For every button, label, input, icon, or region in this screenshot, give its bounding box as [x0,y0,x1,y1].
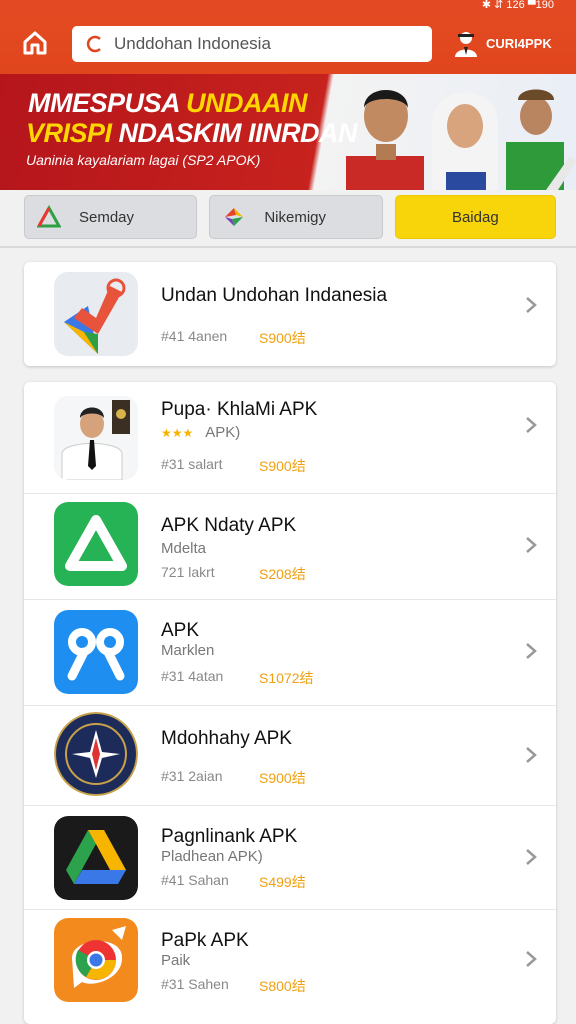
banner-line-1: MMESPUSA UNDAAIN [28,88,308,118]
chevron-right-icon[interactable] [524,746,538,764]
chevron-right-icon[interactable] [524,848,538,866]
tab-baidag[interactable]: Baidag [394,195,556,239]
search-logo-icon [86,35,101,53]
user-label: CURI4PPK [486,35,552,51]
user-avatar-icon [455,32,477,57]
app-meta: #31 salart [161,456,223,472]
app-meta: 721 lakrt [161,564,215,580]
app-subtitle: ★★★ APK) [161,424,241,441]
app-subtitle: Paik [161,952,191,969]
list-item[interactable]: APK Marklen #31 4atan S1072结 [24,600,556,706]
app-price: S800结 [259,978,306,994]
app-subtitle: Marklen [161,642,215,659]
emblem-app-icon [54,712,138,796]
app-subtitle: Mdelta [161,540,207,557]
app-header: Unddohan Indonesia CURI4PPK [0,14,576,74]
list-item[interactable]: APK Ndaty APK Mdelta 721 lakrt S208结 [24,494,556,600]
app-price: S1072结 [259,670,314,686]
featured-app-card[interactable]: Undan Undohan Indanesia #41 4anen S900结 [24,262,556,366]
app-meta: #31 2aian [161,768,223,784]
triangle-logo-icon [37,205,61,228]
divider [0,246,576,248]
chevron-right-icon[interactable] [524,296,538,314]
app-meta: #41 Sahan [161,872,229,888]
app-price: S900结 [259,330,306,346]
app-name: Mdohhahy APK [161,728,292,749]
app-name: PaPk APK [161,930,249,951]
app-price: S900结 [259,458,306,474]
app-price: S900结 [259,770,306,786]
user-account[interactable]: CURI4PPK [452,28,552,58]
status-bar: ✱ ⇵ 126 ▀190 [0,0,576,14]
app-price: S208结 [259,566,306,582]
map-pin-app-icon [54,272,138,356]
banner-people-image [346,89,576,190]
list-item[interactable]: Mdohhahy APK #31 2aian S900结 [24,706,556,806]
app-meta: #31 Sahen [161,976,229,992]
app-list: Pupa· KhlaMi APK ★★★ APK) #31 salart S900… [24,382,556,1024]
home-icon[interactable] [22,30,48,56]
category-tabs: Semday Nikemigy Baidag [24,195,556,239]
app-name: APK Ndaty APK [161,515,297,536]
green-triangle-app-icon [54,502,138,586]
list-item[interactable]: Pupa· KhlaMi APK ★★★ APK) #31 salart S900… [24,382,556,494]
list-item[interactable]: PaPk APK Paik #31 Sahen S800结 [24,910,556,1024]
colorful-logo-icon [225,208,244,226]
app-name: Pagnlinank APK [161,826,298,847]
banner-subtitle: Uaninia kayalariam lagai (SP2 APOK) [26,152,261,168]
app-meta: #41 4anen [161,328,228,344]
banner-line-2: VRISPI NDASKIM IINRDAN [26,118,358,148]
tab-semday[interactable]: Semday [24,195,198,239]
person-app-icon [54,396,138,480]
chevron-right-icon[interactable] [524,416,538,434]
star-rating-icon: ★★★ [161,426,194,440]
chevron-right-icon[interactable] [524,950,538,968]
tab-label: Nikemigy [264,208,327,226]
blue-x-app-icon [54,610,138,694]
tab-nikemigy[interactable]: Nikemigy [209,195,383,239]
tab-label: Baidag [451,208,499,226]
chevron-right-icon[interactable] [524,536,538,554]
search-text: Unddohan Indonesia [114,34,271,53]
promo-banner[interactable]: MMESPUSA UNDAAIN VRISPI NDASKIM IINRDAN … [0,74,576,190]
list-item[interactable]: Pagnlinank APK Pladhean APK) #41 Sahan S… [24,806,556,910]
app-name: Undan Undohan Indanesia [161,285,388,306]
tab-label: Semday [79,208,135,226]
app-name: APK [161,620,200,641]
chrome-app-icon [54,918,138,1002]
chevron-right-icon[interactable] [524,642,538,660]
search-bar[interactable]: Unddohan Indonesia [72,26,432,62]
app-name: Pupa· KhlaMi APK [161,399,318,420]
featured-app-row[interactable]: Undan Undohan Indanesia #41 4anen S900结 [24,262,556,366]
app-subtitle: Pladhean APK) [161,848,263,865]
app-meta: #31 4atan [161,668,224,684]
app-price: S499结 [259,874,306,890]
drive-app-icon [54,816,138,900]
